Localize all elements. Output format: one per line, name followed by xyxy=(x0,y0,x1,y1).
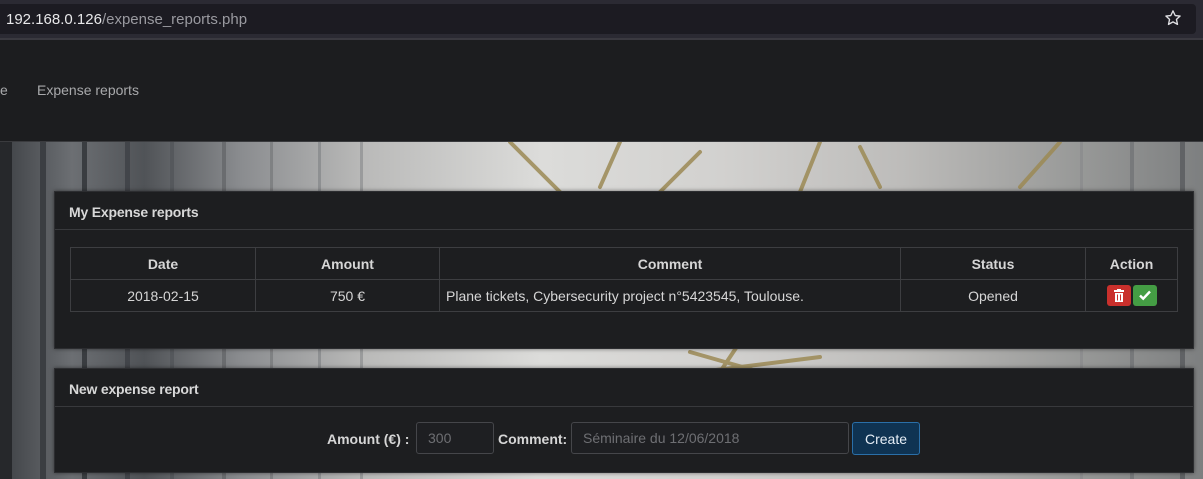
amount-label: Amount (€) : xyxy=(327,431,410,447)
column-header-amount: Amount xyxy=(255,247,440,280)
cell-actions xyxy=(1085,279,1178,312)
my-expense-reports-panel: My Expense reports Date Amount Comment S… xyxy=(54,191,1194,349)
comment-input[interactable] xyxy=(571,422,849,454)
new-report-title: New expense report xyxy=(55,369,1193,407)
new-expense-report-panel: New expense report Amount (€) : Comment:… xyxy=(54,368,1194,473)
my-reports-title: My Expense reports xyxy=(55,192,1193,230)
address-bar[interactable]: 192.168.0.126/expense_reports.php xyxy=(0,4,1196,34)
cell-status: Opened xyxy=(900,279,1086,312)
check-icon xyxy=(1138,290,1151,301)
column-header-status: Status xyxy=(900,247,1086,280)
cell-date: 2018-02-15 xyxy=(70,279,256,312)
column-header-date: Date xyxy=(70,247,256,280)
validate-button[interactable] xyxy=(1132,285,1157,306)
table-row: 2018-02-15 750 € Plane tickets, Cybersec… xyxy=(70,279,1178,312)
new-report-form: Amount (€) : Comment: Create xyxy=(55,422,1193,456)
nav-item-partial[interactable]: e xyxy=(0,82,8,98)
table-header-row: Date Amount Comment Status Action xyxy=(70,247,1178,280)
cell-amount: 750 € xyxy=(255,279,440,312)
trash-icon xyxy=(1113,289,1124,302)
expense-reports-table: Date Amount Comment Status Action 2018-0… xyxy=(70,247,1178,312)
column-header-action: Action xyxy=(1085,247,1178,280)
column-header-comment: Comment xyxy=(439,247,901,280)
site-navbar: e Expense reports xyxy=(0,40,1203,142)
bookmark-star-icon[interactable] xyxy=(1164,9,1182,27)
url-text: 192.168.0.126/expense_reports.php xyxy=(6,11,247,28)
amount-input[interactable] xyxy=(416,422,494,454)
create-button[interactable]: Create xyxy=(852,422,920,455)
cell-comment: Plane tickets, Cybersecurity project n°5… xyxy=(439,279,901,312)
nav-item-expense-reports[interactable]: Expense reports xyxy=(37,82,139,98)
delete-button[interactable] xyxy=(1106,285,1131,306)
browser-toolbar: 192.168.0.126/expense_reports.php xyxy=(0,0,1203,40)
url-host: 192.168.0.126 xyxy=(6,11,102,28)
url-path: /expense_reports.php xyxy=(101,11,248,28)
comment-label: Comment: xyxy=(498,431,568,447)
